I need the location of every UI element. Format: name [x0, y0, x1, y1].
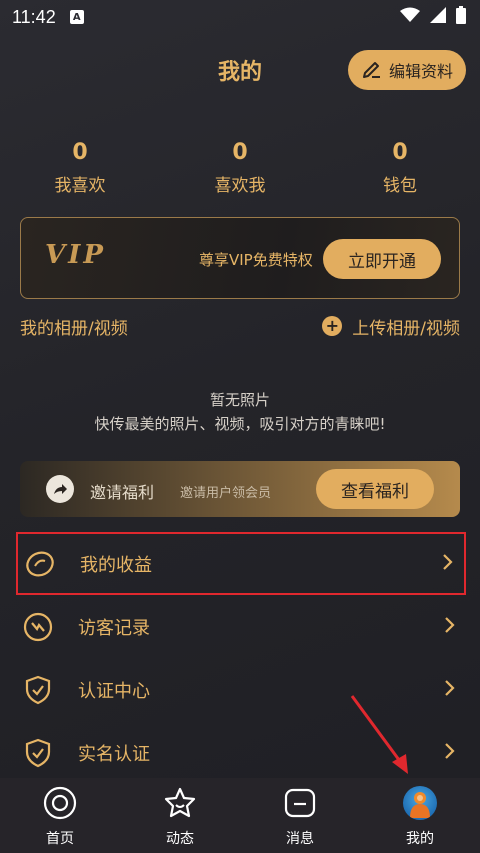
verify-shield-icon	[22, 674, 54, 706]
earnings-icon	[24, 548, 56, 580]
avatar	[403, 786, 437, 820]
stat-likes-me[interactable]: 0 喜欢我	[160, 140, 320, 196]
tab-label: 首页	[46, 831, 74, 847]
stat-label: 喜欢我	[214, 176, 266, 196]
visitor-icon	[22, 611, 54, 643]
bottom-tab-bar: 首页 动态 消息 我的	[0, 778, 480, 853]
message-icon	[281, 784, 319, 822]
edit-profile-button[interactable]: 编辑资料	[348, 50, 466, 90]
menu-item-earnings[interactable]: 我的收益	[16, 532, 466, 595]
tab-messages[interactable]: 消息	[240, 778, 360, 853]
menu-item-verification[interactable]: 认证中心	[16, 658, 466, 721]
vip-text: 尊享VIP免费特权	[199, 251, 313, 269]
chevron-right-icon	[444, 742, 456, 764]
vip-card: VIP 尊享VIP免费特权 立即开通	[20, 217, 460, 299]
vip-activate-button[interactable]: 立即开通	[323, 239, 441, 279]
invite-subtitle: 邀请用户领会员	[180, 486, 272, 501]
plus-icon: +	[322, 316, 343, 336]
edit-profile-label: 编辑资料	[388, 62, 453, 81]
stat-value: 0	[392, 140, 408, 165]
album-title: 我的相册/视频	[20, 318, 128, 339]
menu-label: 认证中心	[78, 680, 150, 702]
invite-title: 邀请福利	[90, 483, 155, 502]
stat-value: 0	[232, 140, 248, 165]
empty-state: 暂无照片 快传最美的照片、视频，吸引对方的青睐吧!	[0, 388, 480, 436]
tab-home[interactable]: 首页	[0, 778, 120, 853]
upload-album-button[interactable]: + 上传相册/视频	[322, 314, 460, 339]
vip-logo: VIP	[45, 240, 106, 270]
notification-icon: A	[69, 10, 84, 24]
view-benefits-button[interactable]: 查看福利	[316, 469, 434, 509]
stats-row: 0 我喜欢 0 喜欢我 0 钱包	[0, 140, 480, 196]
menu-label: 实名认证	[78, 743, 150, 765]
stat-wallet[interactable]: 0 钱包	[320, 140, 480, 196]
tab-moments[interactable]: 动态	[120, 778, 240, 853]
wifi-icon	[400, 7, 420, 27]
menu-list: 我的收益 访客记录 认证中心 实名认证	[16, 532, 466, 784]
star-icon	[161, 784, 199, 822]
pencil-icon	[361, 57, 383, 83]
tab-label: 消息	[286, 831, 314, 847]
status-bar: 11:42 A	[0, 0, 480, 34]
share-arrow-icon	[46, 475, 74, 503]
album-row: 我的相册/视频 + 上传相册/视频	[20, 313, 460, 339]
stat-label: 钱包	[383, 176, 417, 196]
menu-item-realname[interactable]: 实名认证	[16, 721, 466, 784]
stat-value: 0	[72, 140, 88, 165]
empty-title: 暂无照片	[209, 391, 270, 409]
header: 我的 编辑资料	[0, 46, 480, 94]
menu-label: 访客记录	[78, 617, 150, 639]
invite-banner: 邀请福利 邀请用户领会员 查看福利	[20, 461, 460, 517]
chevron-right-icon	[444, 616, 456, 638]
tab-me[interactable]: 我的	[360, 778, 480, 853]
battery-icon	[456, 6, 466, 28]
menu-label: 我的收益	[80, 554, 152, 576]
chevron-right-icon	[442, 553, 454, 575]
tab-label: 动态	[166, 831, 194, 847]
menu-item-visitors[interactable]: 访客记录	[16, 595, 466, 658]
empty-hint: 快传最美的照片、视频，吸引对方的青睐吧!	[94, 415, 386, 433]
status-time: 11:42	[12, 6, 56, 27]
stat-label: 我喜欢	[54, 176, 106, 196]
id-shield-icon	[22, 737, 54, 769]
upload-label: 上传相册/视频	[352, 318, 460, 339]
chevron-right-icon	[444, 679, 456, 701]
tab-label: 我的	[406, 831, 434, 847]
home-icon	[41, 784, 79, 822]
stat-i-like[interactable]: 0 我喜欢	[0, 140, 160, 196]
signal-icon	[430, 7, 446, 27]
